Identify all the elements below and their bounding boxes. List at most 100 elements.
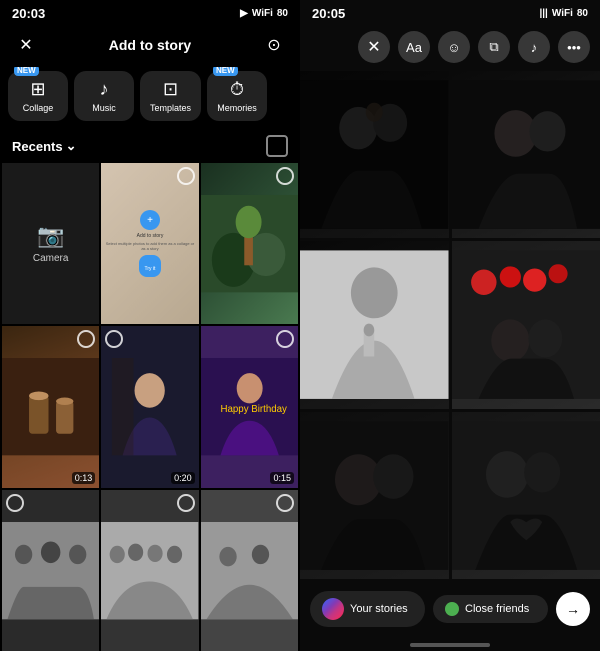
- wifi-icon-right: WiFi: [552, 8, 573, 19]
- signal-bars-right: |||: [539, 8, 547, 19]
- wifi-icon-left: WiFi: [252, 8, 273, 19]
- svg-text:Happy Birthday: Happy Birthday: [220, 404, 287, 415]
- new-badge-collage: NEW: [14, 67, 39, 76]
- status-bar-left: 20:03 ▶ WiFi 80: [0, 0, 300, 27]
- photo-svg-8: [101, 490, 198, 651]
- memories-icon: ⏱: [230, 79, 244, 100]
- emoji-tool-icon: ☺: [447, 40, 460, 55]
- right-toolbar: ✕ Aa ☺ ⧉ ♪ •••: [300, 27, 600, 71]
- header-bar: ✕ Add to story ⊙: [0, 27, 300, 67]
- photo-svg-3: [201, 163, 298, 324]
- copy-tool-button[interactable]: ⧉: [478, 31, 510, 63]
- recents-chevron-icon: ⌄: [66, 138, 77, 154]
- recents-label-text: Recents: [12, 139, 63, 154]
- templates-label: Templates: [150, 103, 191, 113]
- collage-photo-6: [452, 412, 600, 579]
- new-badge-memories: NEW: [213, 67, 238, 76]
- close-friends-dot: [445, 602, 459, 616]
- battery-icon-left: 80: [277, 8, 288, 19]
- copy-tool-icon: ⧉: [489, 39, 498, 55]
- header-title: Add to story: [40, 37, 260, 53]
- memories-label: Memories: [217, 103, 257, 113]
- camera-cell[interactable]: 📷 Camera: [2, 163, 99, 324]
- collage-photo-5: [300, 412, 449, 579]
- collage-photo-2: [452, 71, 600, 238]
- photo-cell-8[interactable]: [101, 490, 198, 651]
- select-circle-8: [177, 494, 195, 512]
- duration-badge-4: 0:13: [72, 472, 96, 484]
- right-close-button[interactable]: ✕: [358, 31, 390, 63]
- text-tool-button[interactable]: Aa: [398, 31, 430, 63]
- photo-cell-6[interactable]: Happy Birthday 0:15: [201, 326, 298, 487]
- collage-photo-4: [452, 241, 600, 408]
- status-icons-right: ||| WiFi 80: [539, 8, 588, 19]
- photo-cell-4[interactable]: 0:13: [2, 326, 99, 487]
- select-circle-preview: [177, 167, 195, 185]
- story-option-memories[interactable]: NEW ⏱ Memories: [207, 71, 267, 121]
- duration-badge-6: 0:15: [270, 472, 294, 484]
- story-option-collage[interactable]: NEW ⊞ Collage: [8, 71, 68, 121]
- collage-photo-3: [300, 241, 449, 408]
- right-close-icon: ✕: [367, 37, 380, 57]
- music-tool-icon: ♪: [531, 40, 538, 55]
- photo-svg-7: [2, 490, 99, 651]
- music-tool-button[interactable]: ♪: [518, 31, 550, 63]
- signal-icon-left: ▶: [240, 8, 248, 19]
- story-avatar: [322, 598, 344, 620]
- collage-svg-5: [300, 412, 449, 579]
- photo-cell-5[interactable]: 0:20: [101, 326, 198, 487]
- home-indicator: [300, 639, 600, 651]
- send-icon: →: [566, 601, 580, 617]
- collage-icon: ⊞: [30, 79, 45, 100]
- close-friends-label: Close friends: [465, 603, 529, 615]
- photo-svg-5: [101, 326, 198, 487]
- story-option-templates[interactable]: ⊡ Templates: [140, 71, 201, 121]
- recents-dropdown[interactable]: Recents ⌄: [12, 138, 76, 154]
- more-tool-button[interactable]: •••: [558, 31, 590, 63]
- collage-svg-4: [452, 241, 600, 408]
- text-tool-icon: Aa: [406, 40, 422, 55]
- select-circle-7: [6, 494, 24, 512]
- select-all-button[interactable]: [266, 135, 288, 157]
- battery-right: 80: [577, 8, 588, 19]
- collage-svg-6: [452, 412, 600, 579]
- time-left: 20:03: [12, 6, 45, 21]
- send-button[interactable]: →: [556, 592, 590, 626]
- collage-photo-1: [300, 71, 449, 238]
- music-icon: ♪: [100, 79, 109, 100]
- photo-svg-9: [201, 490, 298, 651]
- your-stories-label: Your stories: [350, 603, 408, 615]
- collage-svg-3: [300, 241, 449, 408]
- your-stories-button[interactable]: Your stories: [310, 591, 425, 627]
- status-bar-right: 20:05 ||| WiFi 80: [300, 0, 600, 27]
- templates-icon: ⊡: [163, 79, 178, 100]
- bottom-action-bar: Your stories Close friends →: [300, 583, 600, 639]
- left-panel: 20:03 ▶ WiFi 80 ✕ Add to story ⊙ NEW ⊞ C…: [0, 0, 300, 651]
- photo-cell-9[interactable]: [201, 490, 298, 651]
- settings-button[interactable]: ⊙: [260, 31, 288, 59]
- time-right: 20:05: [312, 6, 345, 21]
- photo-cell-3[interactable]: [201, 163, 298, 324]
- story-preview-cell[interactable]: + Add to story Select multiple photos to…: [101, 163, 198, 324]
- collage-svg-2: [452, 71, 600, 238]
- select-circle-9: [276, 494, 294, 512]
- select-circle-3: [276, 167, 294, 185]
- story-options-bar: NEW ⊞ Collage ♪ Music ⊡ Templates NEW ⏱ …: [0, 67, 300, 129]
- status-icons-left: ▶ WiFi 80: [240, 8, 288, 19]
- photo-cell-7[interactable]: [2, 490, 99, 651]
- close-button[interactable]: ✕: [12, 31, 40, 59]
- emoji-tool-button[interactable]: ☺: [438, 31, 470, 63]
- right-panel: 20:05 ||| WiFi 80 ✕ Aa ☺ ⧉ ♪ •••: [300, 0, 600, 651]
- collage-svg-1: [300, 71, 449, 238]
- photo-svg-4: [2, 326, 99, 487]
- close-friends-button[interactable]: Close friends: [433, 595, 548, 623]
- story-option-music[interactable]: ♪ Music: [74, 71, 134, 121]
- more-tool-icon: •••: [567, 40, 581, 55]
- music-label: Music: [92, 103, 116, 113]
- home-bar: [410, 643, 490, 647]
- camera-label: Camera: [33, 253, 69, 264]
- collage-label: Collage: [23, 103, 54, 113]
- duration-badge-5: 0:20: [171, 472, 195, 484]
- recents-bar: Recents ⌄: [0, 129, 300, 163]
- camera-icon: 📷: [37, 223, 64, 249]
